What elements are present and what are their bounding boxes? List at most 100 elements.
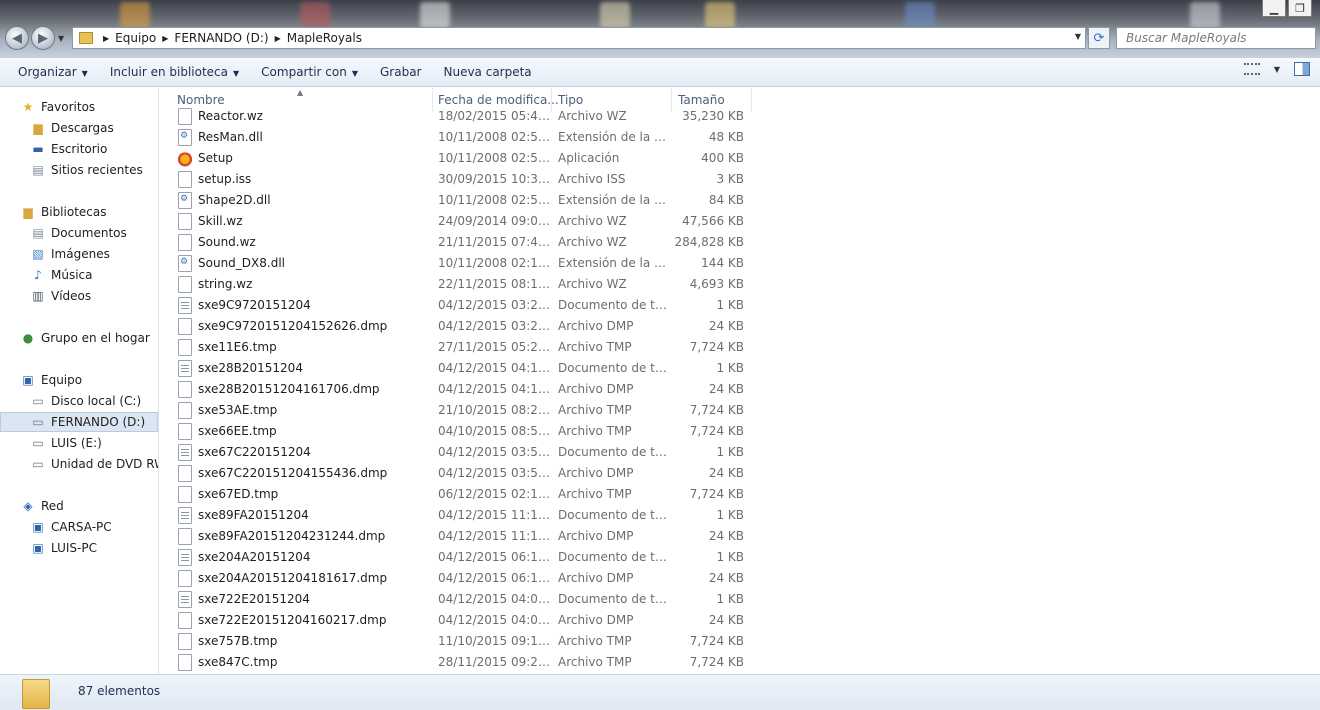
file-row[interactable]: Shape2D.dll 10/11/2008 02:51 ... Extensión… — [160, 190, 760, 211]
file-size: 24 KB — [708, 613, 744, 627]
file-row[interactable]: sxe66EE.tmp 04/10/2015 08:50 a... Archivo … — [160, 421, 760, 442]
nav-desktop[interactable]: ▬ Escritorio — [0, 139, 158, 159]
forward-button[interactable]: ▶ — [31, 26, 55, 50]
breadcrumb-drive-d[interactable]: FERNANDO (D:) — [174, 31, 268, 45]
file-row[interactable]: sxe9C9720151204152626.dmp 04/12/2015 03:2… — [160, 316, 760, 337]
search-input[interactable]: Buscar MapleRoyals — [1116, 27, 1316, 49]
nav-recent[interactable]: ▤ Sitios recientes — [0, 160, 158, 180]
organize-button[interactable]: Organizar ▼ — [9, 61, 97, 83]
nav-disk-d[interactable]: ▭ FERNANDO (D:) — [0, 412, 158, 432]
chevron-right-icon[interactable]: ▶ — [162, 34, 168, 43]
include-library-button[interactable]: Incluir en biblioteca ▼ — [101, 61, 248, 83]
breadcrumb-mapleroyals[interactable]: MapleRoyals — [287, 31, 362, 45]
preview-pane-icon[interactable] — [1294, 62, 1310, 76]
nav-libraries[interactable]: ▆ Bibliotecas — [0, 202, 158, 222]
address-dropdown-icon[interactable]: ▼ — [1075, 32, 1081, 41]
file-row[interactable]: Reactor.wz 18/02/2015 05:42 ... Archivo WZ… — [160, 106, 760, 127]
recent-pages-dropdown[interactable]: ▼ — [58, 34, 64, 43]
file-row[interactable]: sxe847C.tmp 28/11/2015 09:25 a... Archivo … — [160, 652, 760, 673]
view-options-icon[interactable] — [1243, 63, 1260, 75]
file-row[interactable]: sxe53AE.tmp 21/10/2015 08:20 a... Archivo … — [160, 400, 760, 421]
file-size: 7,724 KB — [689, 424, 744, 438]
file-row[interactable]: sxe757B.tmp 11/10/2015 09:10 a... Archivo … — [160, 631, 760, 652]
nav-disk-c[interactable]: ▭ Disco local (C:) — [0, 391, 158, 411]
file-row[interactable]: sxe204A20151204181617.dmp 04/12/2015 06:1… — [160, 568, 760, 589]
file-type: Archivo TMP — [558, 487, 632, 501]
file-row[interactable]: Skill.wz 24/09/2014 09:05 a... Archivo WZ 4… — [160, 211, 760, 232]
file-name: sxe722E20151204 — [198, 592, 310, 606]
file-date: 28/11/2015 09:25 a... — [438, 655, 554, 669]
file-name: sxe89FA20151204231244.dmp — [198, 529, 386, 543]
refresh-icon: ⟳ — [1093, 30, 1105, 46]
address-bar[interactable]: ▶ Equipo ▶ FERNANDO (D:) ▶ MapleRoyals ▼ — [72, 27, 1086, 49]
nav-music[interactable]: ♪ Música — [0, 265, 158, 285]
star-icon: ★ — [22, 100, 34, 114]
nav-homegroup[interactable]: ● Grupo en el hogar — [0, 328, 158, 348]
file-date: 06/12/2015 02:11 ... — [438, 487, 554, 501]
file-type: Archivo DMP — [558, 466, 634, 480]
file-name: Sound.wz — [198, 235, 256, 249]
file-type: Archivo DMP — [558, 319, 634, 333]
file-row[interactable]: setup.iss 30/09/2015 10:34 ... Archivo ISS… — [160, 169, 760, 190]
taskbar-thumb-icon — [905, 2, 935, 28]
file-row[interactable]: sxe722E20151204 04/12/2015 04:02 ... Docum… — [160, 589, 760, 610]
nav-documents[interactable]: ▤ Documentos — [0, 223, 158, 243]
nav-computer[interactable]: ▣ Equipo — [0, 370, 158, 390]
back-button[interactable]: ◀ — [5, 26, 29, 50]
chevron-right-icon[interactable]: ▶ — [275, 34, 281, 43]
nav-videos[interactable]: ▥ Vídeos — [0, 286, 158, 306]
burn-button[interactable]: Grabar — [371, 61, 431, 83]
nav-pc1[interactable]: ▣ CARSA-PC — [0, 517, 158, 537]
file-row[interactable]: Sound.wz 21/11/2015 07:49 ... Archivo WZ 28… — [160, 232, 760, 253]
chevron-right-icon[interactable]: ▶ — [103, 34, 109, 43]
file-row[interactable]: sxe67C220151204 04/12/2015 03:54 ... Docum… — [160, 442, 760, 463]
file-type: Archivo TMP — [558, 340, 632, 354]
file-date: 21/11/2015 07:49 ... — [438, 235, 554, 249]
file-row[interactable]: sxe11E6.tmp 27/11/2015 05:23 ... Archivo T… — [160, 337, 760, 358]
file-icon — [178, 528, 192, 545]
nav-network[interactable]: ◈ Red — [0, 496, 158, 516]
file-row[interactable]: sxe67ED.tmp 06/12/2015 02:11 ... Archivo T… — [160, 484, 760, 505]
nav-label: LUIS-PC — [51, 541, 97, 555]
app-icon — [178, 150, 192, 167]
file-name: sxe847C.tmp — [198, 655, 278, 669]
file-row[interactable]: sxe722E20151204160217.dmp 04/12/2015 04:0… — [160, 610, 760, 631]
file-name: Reactor.wz — [198, 109, 263, 123]
text-file-icon — [178, 507, 192, 524]
file-icon — [178, 570, 192, 587]
file-row[interactable]: sxe67C220151204155436.dmp 04/12/2015 03:5… — [160, 463, 760, 484]
file-row[interactable]: sxe28B20151204161706.dmp 04/12/2015 04:17… — [160, 379, 760, 400]
nav-disk-e[interactable]: ▭ LUIS (E:) — [0, 433, 158, 453]
share-button[interactable]: Compartir con ▼ — [252, 61, 367, 83]
navigation-pane: ★ Favoritos ▆ Descargas ▬ Escritorio ▤ Sitio… — [0, 88, 159, 674]
file-row[interactable]: sxe89FA20151204 04/12/2015 11:12 ... Docum… — [160, 505, 760, 526]
file-row[interactable]: sxe28B20151204 04/12/2015 04:17 ... Docume… — [160, 358, 760, 379]
file-size: 144 KB — [701, 256, 744, 270]
file-row[interactable]: sxe89FA20151204231244.dmp 04/12/2015 11:1… — [160, 526, 760, 547]
minimize-icon[interactable]: ▁ — [1262, 0, 1286, 17]
file-row[interactable]: Setup 10/11/2008 02:51 ... Aplicación 400 K… — [160, 148, 760, 169]
file-name: string.wz — [198, 277, 253, 291]
nav-downloads[interactable]: ▆ Descargas — [0, 118, 158, 138]
file-row[interactable]: ResMan.dll 10/11/2008 02:51 ... Extensión … — [160, 127, 760, 148]
title-bar: ▁ ❐ ◀ ▶ ▼ ▶ Equipo ▶ FERNANDO (D:) ▶ Map… — [0, 0, 1320, 58]
maximize-icon[interactable]: ❐ — [1288, 0, 1312, 17]
file-name: sxe28B20151204161706.dmp — [198, 382, 380, 396]
network-computer-icon: ▣ — [32, 541, 44, 555]
file-row[interactable]: sxe9C9720151204 04/12/2015 03:26 ... Docum… — [160, 295, 760, 316]
refresh-button[interactable]: ⟳ — [1088, 27, 1110, 49]
dvd-drive-icon: ▭ — [32, 457, 44, 471]
breadcrumb-equipo[interactable]: Equipo — [115, 31, 156, 45]
file-row[interactable]: string.wz 22/11/2015 08:15 ... Archivo WZ 4… — [160, 274, 760, 295]
file-size: 400 KB — [701, 151, 744, 165]
file-row[interactable]: sxe204A20151204 04/12/2015 06:16 ... Docum… — [160, 547, 760, 568]
file-size: 1 KB — [716, 550, 744, 564]
nav-pc2[interactable]: ▣ LUIS-PC — [0, 538, 158, 558]
nav-images[interactable]: ▧ Imágenes — [0, 244, 158, 264]
chevron-down-icon[interactable]: ▼ — [1274, 65, 1280, 74]
nav-favorites[interactable]: ★ Favoritos — [0, 97, 158, 117]
new-folder-button[interactable]: Nueva carpeta — [434, 61, 540, 83]
file-row[interactable]: Sound_DX8.dll 10/11/2008 02:14 ... Extensi… — [160, 253, 760, 274]
nav-dvd[interactable]: ▭ Unidad de DVD RW ( — [0, 454, 158, 474]
nav-label: Disco local (C:) — [51, 394, 142, 408]
